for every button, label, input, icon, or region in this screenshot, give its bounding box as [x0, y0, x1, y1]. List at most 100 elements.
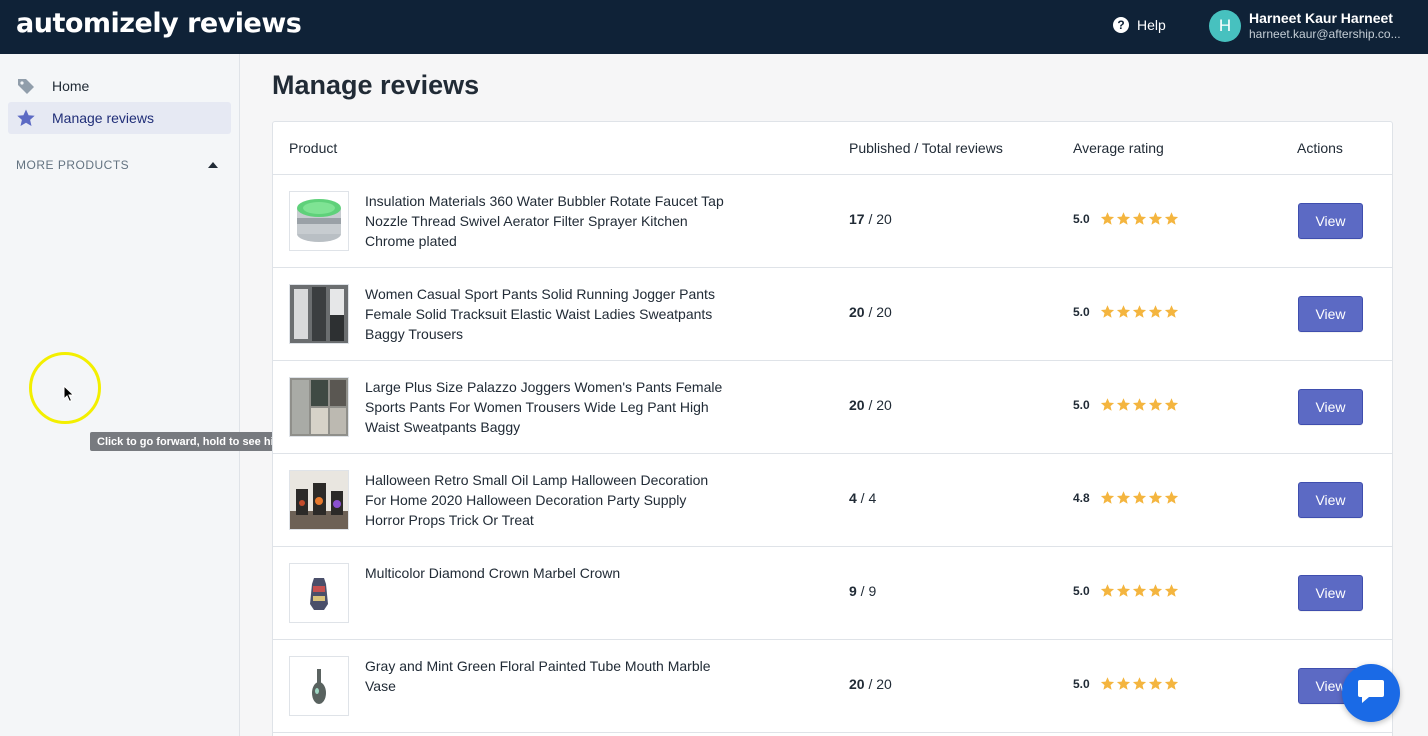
published-count: 9 — [849, 583, 857, 599]
star-icon — [1148, 584, 1162, 597]
more-products-label: MORE PRODUCTS — [16, 158, 130, 172]
star-icon — [1100, 677, 1114, 690]
user-info: Harneet Kaur Harneet harneet.kaur@afters… — [1249, 10, 1428, 42]
rating-value: 5.0 — [1073, 583, 1090, 598]
star-rating — [1100, 211, 1180, 226]
product-thumbnail[interactable] — [289, 191, 349, 251]
view-button[interactable]: View — [1298, 482, 1363, 518]
tag-icon — [16, 76, 36, 96]
user-name: Harneet Kaur Harneet — [1249, 10, 1393, 26]
published-count: 17 — [849, 211, 865, 227]
column-header-reviews: Published / Total reviews — [849, 140, 1003, 156]
review-counts: 20 / 20 — [849, 304, 892, 320]
view-button[interactable]: View — [1298, 296, 1363, 332]
star-icon — [1132, 677, 1146, 690]
product-thumbnail[interactable] — [289, 377, 349, 437]
caret-up-icon — [208, 162, 218, 168]
page-title: Manage reviews — [272, 70, 480, 100]
total-count: 4 — [868, 490, 877, 506]
star-icon — [1148, 398, 1162, 411]
question-icon: ? — [1113, 17, 1129, 33]
star-icon — [1116, 491, 1130, 504]
product-thumbnail[interactable] — [289, 563, 349, 623]
review-counts: 20 / 20 — [849, 397, 892, 413]
help-button[interactable]: ? Help — [1113, 17, 1166, 33]
star-rating — [1100, 490, 1180, 505]
column-header-product: Product — [289, 140, 338, 156]
star-icon — [1116, 584, 1130, 597]
chat-bubble-icon — [1357, 678, 1385, 709]
view-button[interactable]: View — [1298, 389, 1363, 425]
star-icon — [1164, 491, 1178, 504]
product-name: Gray and Mint Green Floral Painted Tube … — [365, 658, 711, 694]
avatar: H — [1209, 10, 1241, 42]
star-icon — [1100, 398, 1114, 411]
total-count: 20 — [876, 211, 892, 227]
app-logo[interactable]: automizely reviews — [16, 8, 302, 39]
table-row: Insulation Materials 360 Water Bubbler R… — [273, 175, 1392, 268]
published-count: 4 — [849, 490, 857, 506]
user-email: harneet.kaur@aftership.co... — [1249, 27, 1401, 41]
table-row: Gray and Mint Green Floral Painted Tube … — [273, 640, 1392, 733]
total-count: 9 — [868, 583, 877, 599]
sidebar-item-label: Home — [52, 78, 90, 94]
total-count: 20 — [876, 304, 892, 320]
published-count: 20 — [849, 304, 865, 320]
review-counts: 20 / 20 — [849, 676, 892, 692]
product-thumbnail[interactable] — [289, 656, 349, 716]
rating-value: 4.8 — [1073, 490, 1090, 505]
star-icon — [1100, 212, 1114, 225]
view-button[interactable]: View — [1298, 575, 1363, 611]
product-name: Multicolor Diamond Crown Marbel Crown — [365, 565, 621, 581]
product-name: Halloween Retro Small Oil Lamp Halloween… — [365, 472, 709, 528]
star-icon — [1100, 584, 1114, 597]
view-button[interactable]: View — [1298, 203, 1363, 239]
star-icon — [1116, 305, 1130, 318]
total-count: 20 — [876, 676, 892, 692]
average-rating: 5.0 — [1073, 211, 1180, 226]
sidebar-item-home[interactable]: Home — [8, 70, 231, 102]
table-row: Women Casual Sport Pants Solid Running J… — [273, 268, 1392, 361]
column-header-actions: Actions — [1297, 140, 1343, 156]
star-icon — [1164, 677, 1178, 690]
star-icon — [1100, 305, 1114, 318]
table-row: Large Plus Size Palazzo Joggers Women's … — [273, 361, 1392, 454]
table-header: Product Published / Total reviews Averag… — [273, 122, 1392, 175]
star-icon — [1132, 491, 1146, 504]
star-icon — [1148, 677, 1162, 690]
star-icon — [1132, 398, 1146, 411]
star-rating — [1100, 397, 1180, 412]
star-icon — [1164, 398, 1178, 411]
rating-value: 5.0 — [1073, 304, 1090, 319]
published-count: 20 — [849, 397, 865, 413]
product-name: Women Casual Sport Pants Solid Running J… — [365, 286, 715, 342]
rating-value: 5.0 — [1073, 211, 1090, 226]
star-icon — [1116, 398, 1130, 411]
star-icon — [1100, 491, 1114, 504]
top-bar: automizely reviews ? Help H Harneet Kaur… — [0, 0, 1428, 54]
star-icon — [1148, 212, 1162, 225]
star-icon — [1148, 305, 1162, 318]
user-menu[interactable]: H Harneet Kaur Harneet harneet.kaur@afte… — [1209, 10, 1428, 42]
star-icon — [1116, 677, 1130, 690]
star-rating — [1100, 583, 1180, 598]
star-icon — [16, 108, 36, 128]
rating-value: 5.0 — [1073, 397, 1090, 412]
sidebar-item-manage-reviews[interactable]: Manage reviews — [8, 102, 231, 134]
rating-value: 5.0 — [1073, 676, 1090, 691]
product-thumbnail[interactable] — [289, 470, 349, 530]
help-label: Help — [1137, 17, 1166, 33]
product-name: Insulation Materials 360 Water Bubbler R… — [365, 193, 724, 249]
column-header-rating: Average rating — [1073, 140, 1164, 156]
more-products-toggle[interactable]: MORE PRODUCTS — [16, 158, 220, 172]
star-icon — [1164, 584, 1178, 597]
star-icon — [1132, 584, 1146, 597]
star-icon — [1132, 305, 1146, 318]
review-counts: 17 / 20 — [849, 211, 892, 227]
table-row: Multicolor Diamond Crown Marbel Crown 9 … — [273, 547, 1392, 640]
review-counts: 4 / 4 — [849, 490, 877, 506]
product-thumbnail[interactable] — [289, 284, 349, 344]
published-count: 20 — [849, 676, 865, 692]
table-row: Halloween Retro Small Oil Lamp Halloween… — [273, 454, 1392, 547]
chat-button[interactable] — [1342, 664, 1400, 722]
